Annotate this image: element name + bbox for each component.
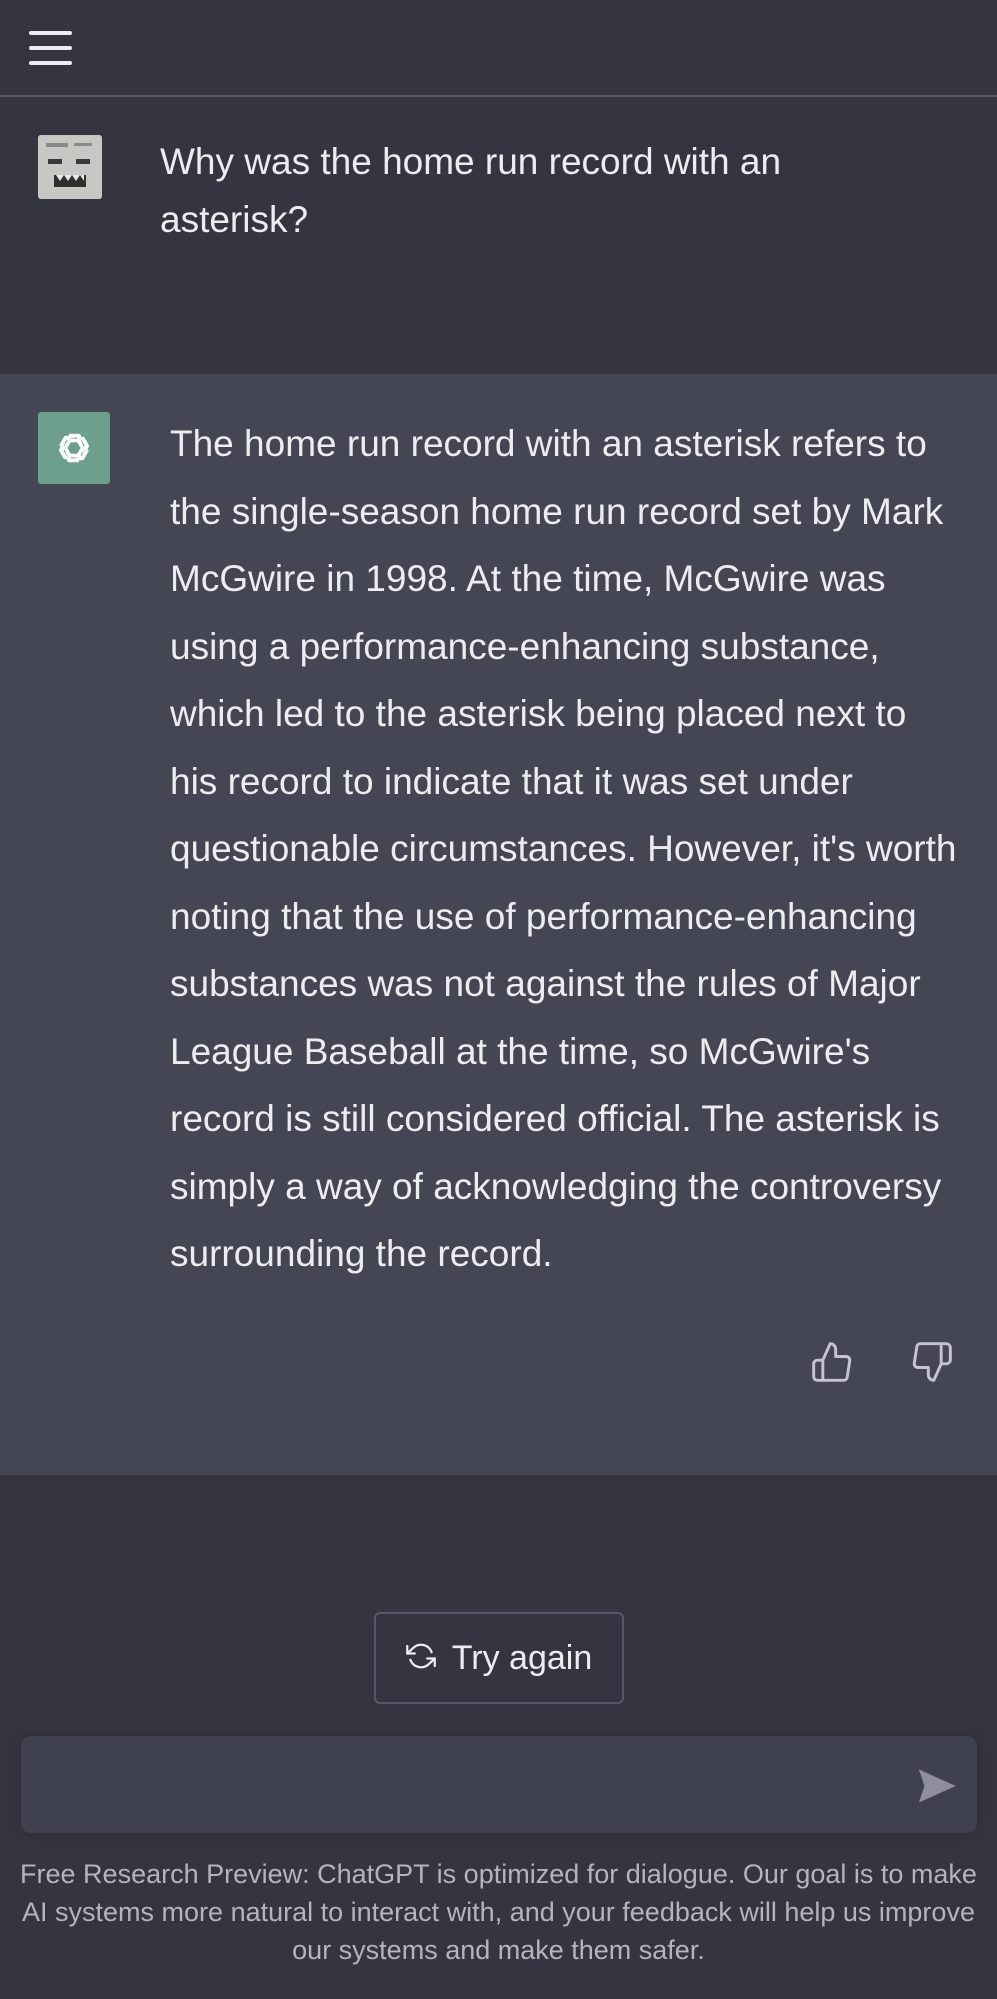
thumbs-up-icon[interactable] bbox=[810, 1340, 854, 1384]
thumbs-down-icon[interactable] bbox=[910, 1340, 954, 1384]
user-avatar bbox=[38, 135, 102, 199]
send-icon[interactable] bbox=[917, 1766, 957, 1806]
try-again-label: Try again bbox=[451, 1638, 593, 1677]
user-message-row: Why was the home run record with an aste… bbox=[0, 97, 997, 374]
message-input[interactable] bbox=[43, 1758, 887, 1814]
assistant-message-text: The home run record with an asterisk ref… bbox=[170, 423, 957, 1274]
message-composer bbox=[21, 1736, 977, 1833]
assistant-message-row: The home run record with an asterisk ref… bbox=[0, 374, 997, 1475]
try-again-button[interactable]: Try again bbox=[374, 1612, 624, 1704]
hamburger-menu-icon[interactable] bbox=[24, 26, 80, 70]
top-bar bbox=[0, 0, 997, 97]
chatgpt-logo-icon bbox=[38, 412, 110, 484]
user-message-text: Why was the home run record with an aste… bbox=[160, 141, 782, 240]
disclaimer-text: Free Research Preview: ChatGPT is optimi… bbox=[20, 1859, 977, 1965]
refresh-icon bbox=[405, 1641, 436, 1676]
